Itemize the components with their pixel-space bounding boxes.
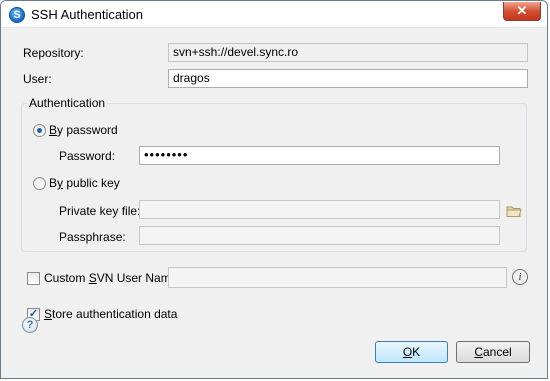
- repository-label: Repository:: [23, 46, 84, 60]
- custom-svn-user-checkbox[interactable]: [27, 272, 40, 285]
- user-label: User:: [23, 72, 52, 86]
- password-input[interactable]: ••••••••: [139, 146, 500, 165]
- ok-button[interactable]: OK: [375, 341, 448, 363]
- passphrase-label: Passphrase:: [59, 230, 126, 244]
- ok-mnemonic: O: [402, 345, 413, 359]
- close-button[interactable]: ✕: [503, 2, 541, 21]
- custom-svn-user-label[interactable]: Custom SVN User Name: [44, 271, 177, 285]
- repository-field: svn+ssh://devel.sync.ro: [168, 43, 528, 62]
- app-icon: S: [9, 7, 25, 23]
- cancel-label-rest: ancel: [482, 345, 512, 359]
- help-icon[interactable]: ?: [22, 317, 38, 333]
- custom-svn-user-input[interactable]: [168, 267, 507, 288]
- info-icon[interactable]: i: [512, 269, 528, 285]
- by-password-label-rest: y password: [57, 123, 118, 137]
- ok-label-rest: K: [412, 345, 421, 359]
- by-password-label[interactable]: By password: [49, 123, 118, 137]
- store-authentication-label[interactable]: Store authentication data: [44, 307, 177, 321]
- private-key-file-label: Private key file:: [59, 204, 141, 218]
- store-authentication-label-rest: tore authentication data: [52, 307, 178, 321]
- passphrase-input[interactable]: [139, 226, 500, 245]
- ssh-authentication-dialog: S SSH Authentication ✕ Repository: svn+s…: [0, 0, 548, 379]
- by-public-key-label-pre: B: [49, 176, 58, 190]
- folder-icon[interactable]: [506, 205, 522, 218]
- by-password-mnemonic: B: [49, 123, 58, 137]
- store-authentication-mnemonic: S: [44, 307, 53, 321]
- user-input[interactable]: dragos: [168, 69, 528, 88]
- window-title: SSH Authentication: [31, 7, 144, 22]
- by-public-key-label-rest: public key: [63, 176, 120, 190]
- cancel-button[interactable]: Cancel: [456, 341, 530, 363]
- private-key-file-input[interactable]: [139, 200, 500, 219]
- authentication-group-title: Authentication: [27, 96, 108, 110]
- custom-svn-user-label-pre: Custom: [44, 271, 89, 285]
- by-public-key-label[interactable]: By public key: [49, 176, 120, 190]
- password-label: Password:: [59, 149, 116, 163]
- by-public-key-radio[interactable]: [33, 177, 46, 190]
- by-password-radio[interactable]: [33, 124, 46, 137]
- title-bar: S SSH Authentication ✕: [1, 1, 547, 28]
- custom-svn-user-label-rest: VN User Name: [96, 271, 178, 285]
- cancel-mnemonic: C: [474, 345, 483, 359]
- dialog-content: Repository: svn+ssh://devel.sync.ro User…: [1, 28, 547, 378]
- custom-svn-user-mnemonic: S: [88, 271, 97, 285]
